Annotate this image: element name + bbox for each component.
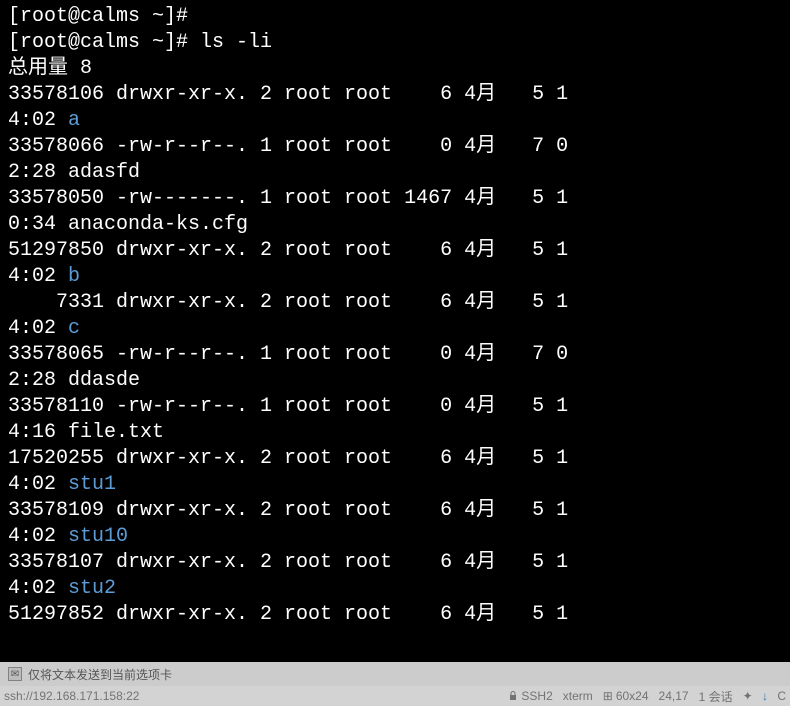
info-bar-text: 仅将文本发送到当前选项卡 <box>28 666 172 683</box>
ls-line-cont: 2:28 adasfd <box>8 160 782 186</box>
dir-name: stu2 <box>68 577 116 600</box>
ls-line: 51297850 drwxr-xr-x. 2 root root 6 4月 5 … <box>8 238 782 264</box>
dir-name: c <box>68 317 80 340</box>
ls-line: 7331 drwxr-xr-x. 2 root root 6 4月 5 1 <box>8 290 782 316</box>
ls-line-cont: 4:02 stu2 <box>8 576 782 602</box>
ls-line-cont: 4:02 stu1 <box>8 472 782 498</box>
ls-line: 33578106 drwxr-xr-x. 2 root root 6 4月 5 … <box>8 82 782 108</box>
total-line: 总用量 8 <box>8 56 782 82</box>
status-pos: 24,17 <box>659 689 689 703</box>
status-ssh2: SSH2 <box>508 689 552 703</box>
watermark-text: CSDN @calm—1 <box>688 670 782 684</box>
ls-line: 33578050 -rw-------. 1 root root 1467 4月… <box>8 186 782 212</box>
ls-line: 33578066 -rw-r--r--. 1 root root 0 4月 7 … <box>8 134 782 160</box>
ls-line-cont: 4:02 c <box>8 316 782 342</box>
dir-name: stu1 <box>68 473 116 496</box>
ls-line-cont: 4:02 a <box>8 108 782 134</box>
status-bar: ssh://192.168.171.158:22 SSH2 xterm ⊞ 60… <box>0 686 790 706</box>
ls-line-cont: 2:28 ddasde <box>8 368 782 394</box>
ls-line: 17520255 drwxr-xr-x. 2 root root 6 4月 5 … <box>8 446 782 472</box>
ls-line: 33578110 -rw-r--r--. 1 root root 0 4月 5 … <box>8 394 782 420</box>
status-dims: ⊞ 60x24 <box>603 689 649 703</box>
terminal-output[interactable]: [root@calms ~]#[root@calms ~]# ls -li总用量… <box>0 0 790 662</box>
ls-line: 33578065 -rw-r--r--. 1 root root 0 4月 7 … <box>8 342 782 368</box>
status-term: xterm <box>563 689 593 703</box>
ls-line: 33578107 drwxr-xr-x. 2 root root 6 4月 5 … <box>8 550 782 576</box>
ls-line: 33578109 drwxr-xr-x. 2 root root 6 4月 5 … <box>8 498 782 524</box>
ls-line-cont: 4:02 stu10 <box>8 524 782 550</box>
ls-line: 51297852 drwxr-xr-x. 2 root root 6 4月 5 … <box>8 602 782 628</box>
info-bar: ✉ 仅将文本发送到当前选项卡 <box>0 662 790 686</box>
ls-line-cont: 4:16 file.txt <box>8 420 782 446</box>
dir-name: b <box>68 265 80 288</box>
ls-line-cont: 0:34 anaconda-ks.cfg <box>8 212 782 238</box>
prompt-line: [root@calms ~]# ls -li <box>8 30 782 56</box>
mail-icon: ✉ <box>8 667 22 681</box>
lock-icon <box>508 691 518 701</box>
dir-name: a <box>68 109 80 132</box>
prompt-line: [root@calms ~]# <box>8 4 782 30</box>
dir-name: stu10 <box>68 525 128 548</box>
status-ssh-url: ssh://192.168.171.158:22 <box>4 689 139 703</box>
status-indicators: ✦ ↓ C <box>743 689 786 703</box>
ls-line-cont: 4:02 b <box>8 264 782 290</box>
status-sessions: 1 会话 <box>699 688 733 705</box>
download-icon: ↓ <box>762 689 768 703</box>
